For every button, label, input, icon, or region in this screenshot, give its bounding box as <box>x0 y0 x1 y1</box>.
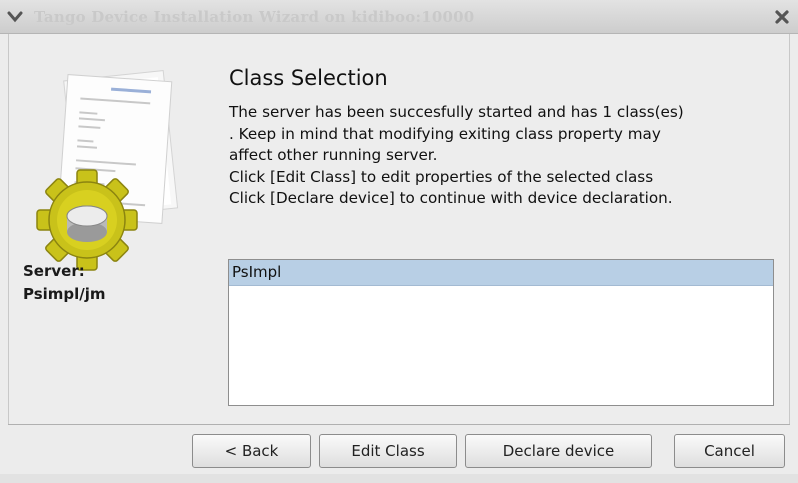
back-button[interactable]: < Back <box>192 434 311 468</box>
instruction-line: Click [Edit Class] to edit properties of… <box>229 167 654 186</box>
gear-document-icon <box>36 69 179 271</box>
class-list-item[interactable]: PsImpl <box>229 260 773 286</box>
instruction-line: affect other running server. <box>229 146 438 164</box>
server-info: Server: Psimpl/jm <box>23 260 106 306</box>
instruction-line: Click [Declare device] to continue with … <box>229 189 673 207</box>
button-bar: < Back Edit Class Declare device Cancel <box>8 424 790 474</box>
class-list[interactable]: PsImpl <box>228 259 774 406</box>
declare-device-button[interactable]: Declare device <box>465 434 652 468</box>
instruction-line: The server has been succesfully started … <box>229 103 684 121</box>
server-name: Psimpl/jm <box>23 285 106 303</box>
cancel-button[interactable]: Cancel <box>674 434 785 468</box>
server-label: Server: <box>23 262 85 280</box>
edit-class-button[interactable]: Edit Class <box>319 434 457 468</box>
window-title: Tango Device Installation Wizard on kidi… <box>34 8 475 26</box>
chevron-down-icon <box>7 11 23 23</box>
page-title: Class Selection <box>229 66 388 90</box>
close-icon <box>775 10 789 24</box>
window-titlebar: Tango Device Installation Wizard on kidi… <box>0 0 798 34</box>
window-bottom-border <box>0 474 798 483</box>
window-menu-button[interactable] <box>2 6 28 28</box>
instructions-text: The server has been succesfully started … <box>229 102 774 210</box>
wizard-panel: Server: Psimpl/jm Class Selection The se… <box>8 34 790 424</box>
window-close-button[interactable] <box>770 6 794 28</box>
instruction-line: . Keep in mind that modifying exiting cl… <box>229 124 661 143</box>
